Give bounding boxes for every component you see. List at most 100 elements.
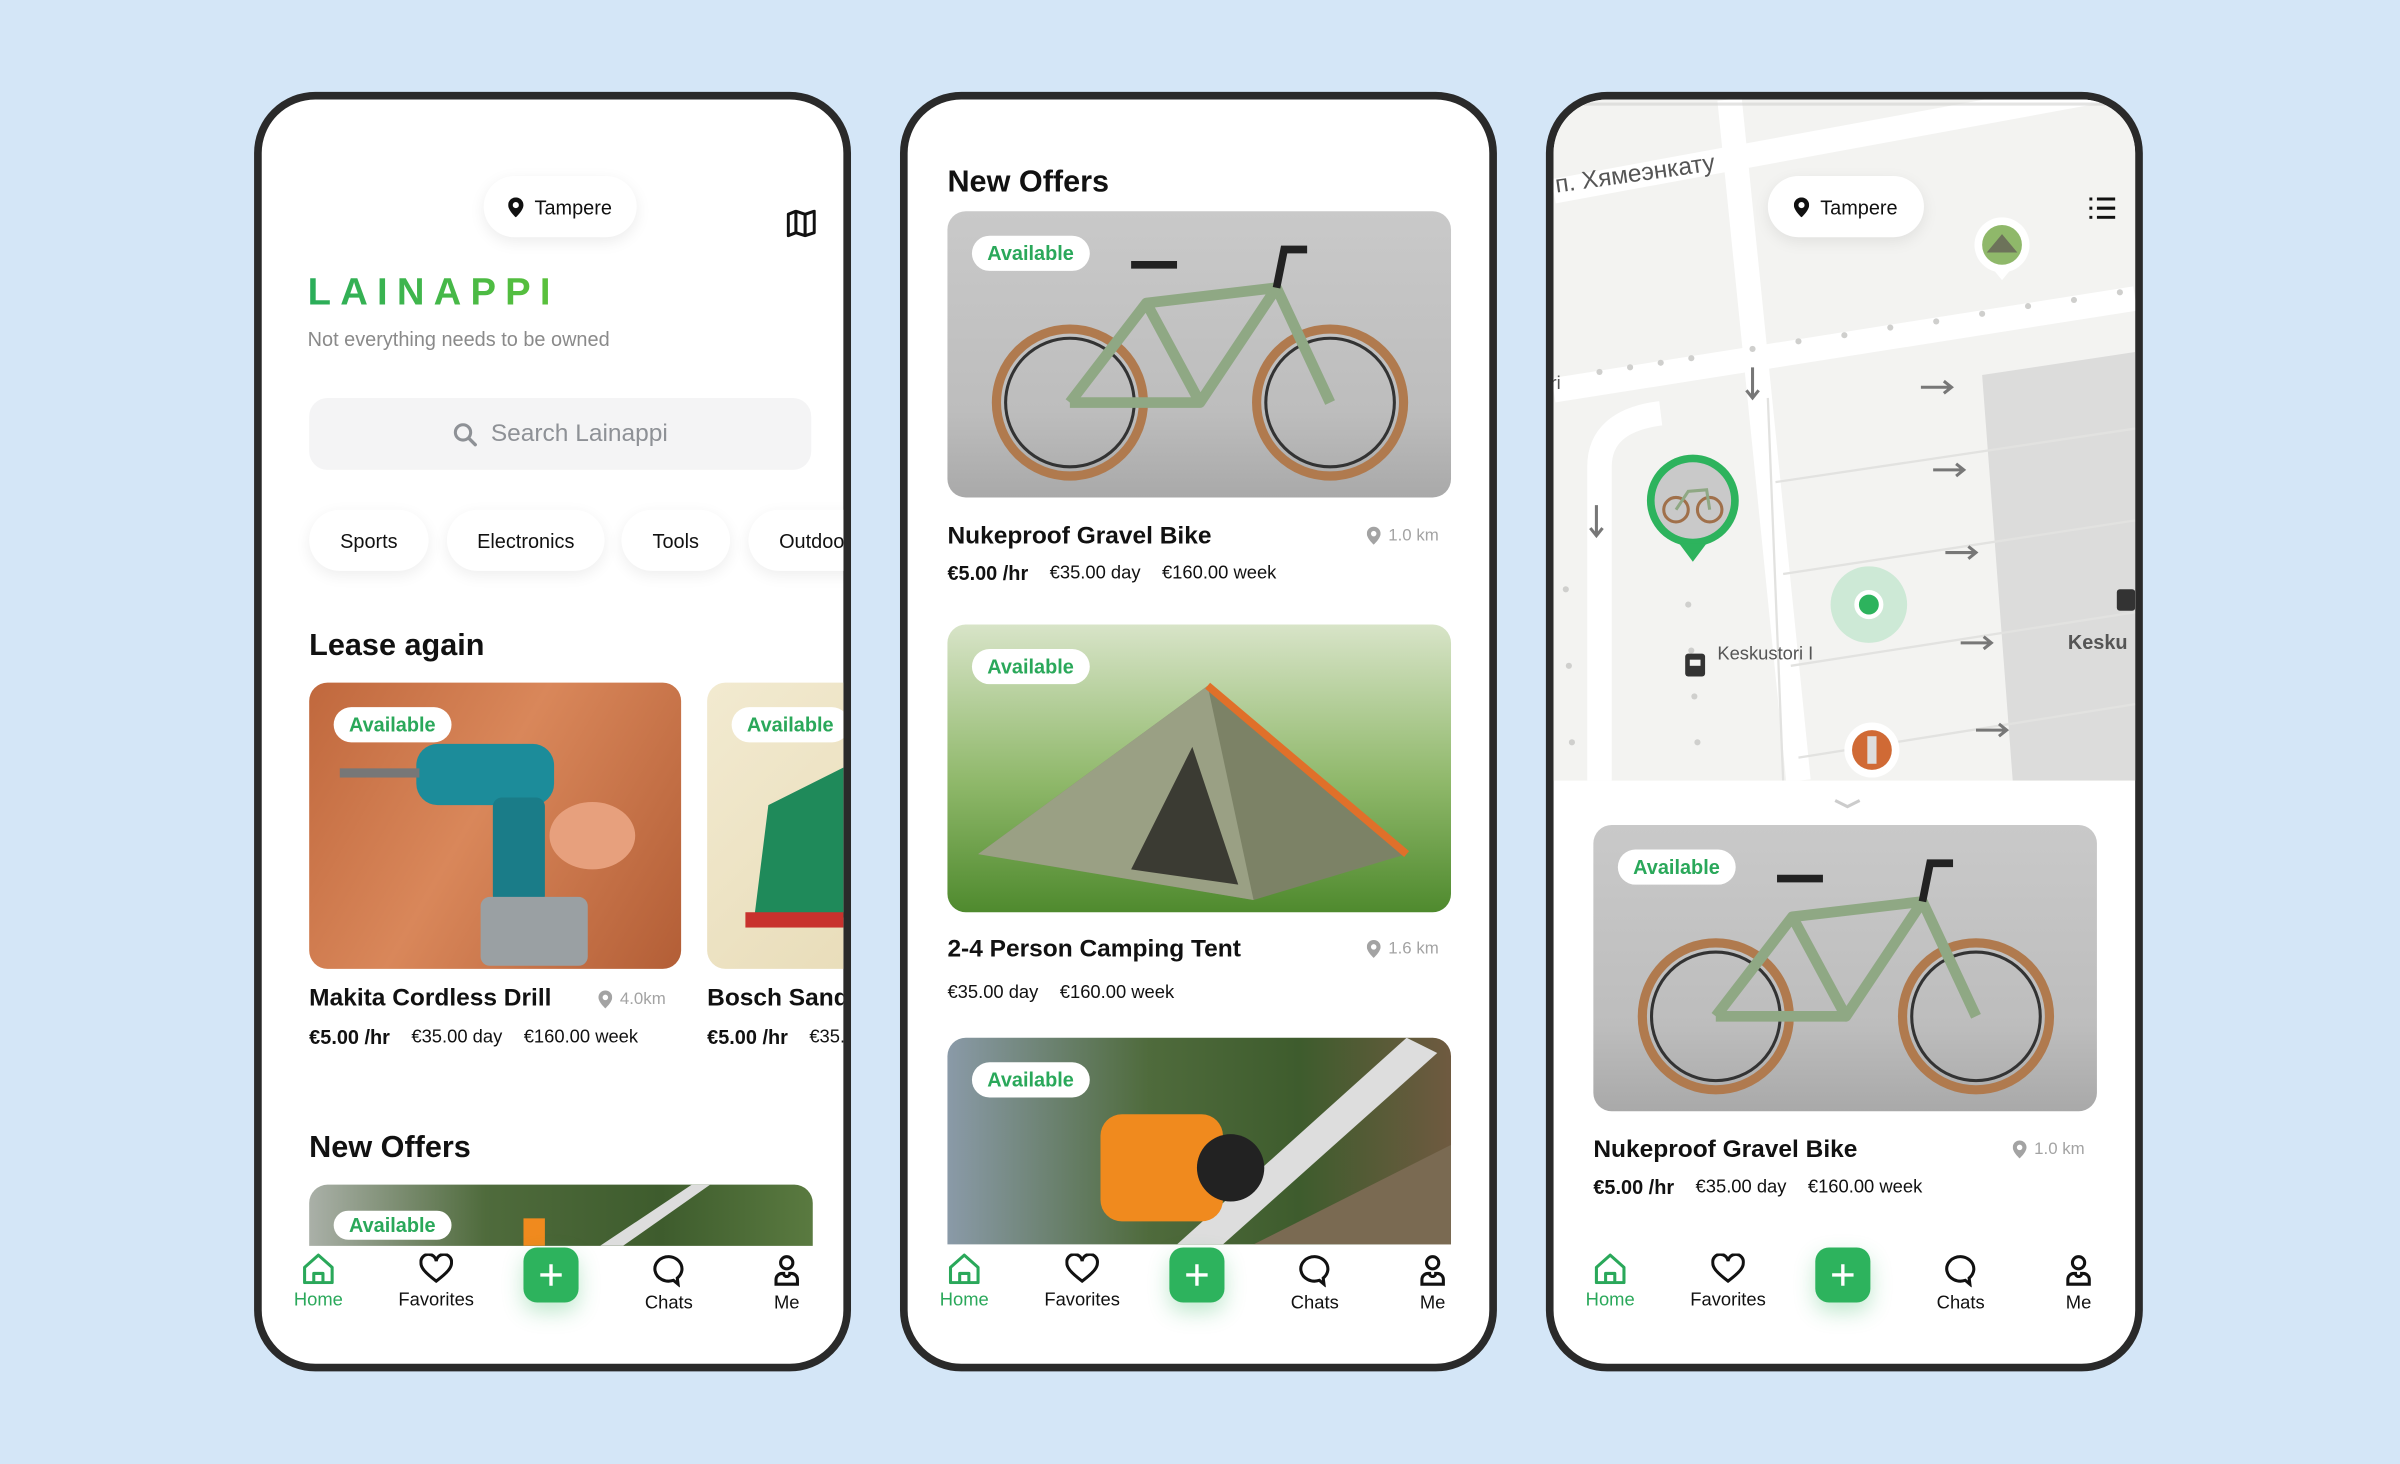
map-marker-bike — [1646, 454, 1739, 562]
nav-label: Chats — [644, 1291, 693, 1314]
nav-label: Home — [1585, 1288, 1635, 1311]
nav-chats[interactable]: Chats — [1261, 1254, 1368, 1314]
price-hourly: €5.00 /hr — [947, 561, 1029, 585]
item-title[interactable]: Nukeproof Gravel Bike — [1593, 1137, 1857, 1165]
nav-me[interactable]: Me — [733, 1254, 840, 1314]
nav-chats[interactable]: Chats — [1907, 1254, 2014, 1314]
item-title[interactable]: Bosch Sander — [707, 986, 843, 1014]
nav-chats[interactable]: Chats — [615, 1254, 722, 1314]
add-item-button[interactable] — [1169, 1247, 1225, 1303]
user-icon — [2066, 1255, 2091, 1286]
item-distance: 1.0 km — [2012, 1140, 2085, 1159]
nav-label: Home — [293, 1288, 343, 1311]
chat-bubble-icon — [1299, 1255, 1330, 1288]
price-hourly: €5.00 /hr — [309, 1025, 390, 1049]
section-title-new-offers: New Offers — [309, 1131, 471, 1165]
distance-label: 1.0 km — [1388, 526, 1439, 545]
heart-icon — [1065, 1253, 1099, 1284]
item-image-bike[interactable]: Available — [1593, 824, 2097, 1112]
location-selector[interactable]: Tampere — [1767, 176, 1924, 238]
plus-icon — [1186, 1264, 1208, 1286]
status-badge: Available — [731, 707, 844, 743]
location-label: Tampere — [1820, 195, 1898, 219]
price-weekly: €160.00 week — [1059, 981, 1175, 1003]
category-chip[interactable]: Tools — [621, 509, 731, 571]
nav-label: Me — [773, 1291, 800, 1314]
new-offers-screen: New Offers Available Nukeproof Gravel Bi… — [899, 91, 1497, 1372]
pin-icon — [1366, 526, 1381, 545]
item-image-bike[interactable]: Available — [947, 211, 1452, 498]
category-chip[interactable]: Electronics — [446, 509, 605, 571]
user-icon — [774, 1255, 799, 1286]
bottom-nav: Home Favorites Chats Me — [908, 1247, 1490, 1339]
nav-label: Favorites — [398, 1288, 474, 1311]
item-image-chainsaw[interactable]: Available — [309, 1184, 813, 1246]
status-badge: Available — [971, 235, 1090, 271]
nav-me[interactable]: Me — [1379, 1254, 1486, 1314]
nav-home[interactable]: Home — [1557, 1253, 1664, 1311]
tagline: Not everything needs to be owned — [307, 327, 610, 351]
item-prices: €5.00 /hr €35.00 day €160.00 week — [309, 1026, 638, 1049]
home-icon — [1594, 1253, 1626, 1285]
map-screen: п. Хямеэнкату ri Keskustori I Kesku Tamp… — [1545, 91, 2143, 1372]
nav-favorites[interactable]: Favorites — [1029, 1253, 1136, 1310]
category-chip[interactable]: Sports — [309, 509, 429, 571]
section-title-new-offers: New Offers — [947, 165, 1110, 199]
item-image-drill[interactable]: Available — [309, 682, 682, 969]
brand-logo: LAINAPPI — [307, 270, 560, 314]
search-input[interactable]: Search Lainappi — [309, 397, 812, 470]
price-weekly: €160.00 week — [1807, 1175, 1923, 1197]
pin-icon — [1366, 940, 1381, 958]
nav-label: Home — [939, 1288, 989, 1311]
heart-icon — [1711, 1253, 1745, 1284]
item-prices: €35.00 day €160.00 week — [947, 981, 1174, 1002]
user-icon — [1420, 1255, 1445, 1286]
item-title[interactable]: Makita Cordless Drill — [309, 986, 551, 1014]
price-daily: €35.00 day — [1695, 1175, 1787, 1197]
list-icon[interactable] — [2089, 197, 2116, 219]
price-hourly: €5.00 /hr — [707, 1025, 788, 1049]
home-icon — [948, 1253, 980, 1285]
nav-label: Favorites — [1690, 1288, 1766, 1311]
nav-label: Chats — [1290, 1291, 1339, 1314]
plus-icon — [1832, 1264, 1854, 1286]
item-prices: €5.00 /hr €35.00 day €160.00 week — [947, 562, 1276, 585]
item-image-chainsaw[interactable]: Available — [947, 1037, 1452, 1245]
nav-favorites[interactable]: Favorites — [1674, 1253, 1781, 1311]
pin-icon — [598, 990, 613, 1009]
item-title[interactable]: 2-4 Person Camping Tent — [947, 937, 1240, 965]
item-image-sander[interactable]: Available — [707, 682, 844, 969]
pin-icon — [1794, 196, 1810, 217]
category-chip[interactable]: Outdoor — [748, 509, 844, 571]
item-image-tent[interactable]: Available — [947, 624, 1452, 913]
nav-label: Chats — [1936, 1291, 1985, 1314]
add-item-button[interactable] — [523, 1247, 579, 1303]
pin-icon — [2012, 1140, 2027, 1159]
map-marker-tent — [1974, 217, 2030, 281]
search-icon — [453, 422, 477, 446]
section-title-lease-again: Lease again — [309, 629, 485, 663]
nav-favorites[interactable]: Favorites — [383, 1253, 490, 1311]
nav-label: Me — [1419, 1291, 1446, 1314]
home-screen: Tampere LAINAPPI Not everything needs to… — [254, 91, 852, 1372]
pin-icon — [508, 196, 524, 217]
location-selector[interactable]: Tampere — [483, 176, 637, 238]
item-distance: 1.6 km — [1366, 940, 1439, 958]
home-icon — [303, 1253, 334, 1285]
nav-home[interactable]: Home — [265, 1253, 372, 1311]
map-icon[interactable] — [786, 209, 816, 238]
location-label: Tampere — [534, 195, 612, 219]
nav-me[interactable]: Me — [2025, 1254, 2132, 1313]
add-item-button[interactable] — [1815, 1247, 1871, 1303]
bottom-nav: Home Favorites Chats Me — [1554, 1247, 2136, 1339]
status-badge: Available — [971, 648, 1090, 685]
nav-home[interactable]: Home — [911, 1253, 1018, 1311]
price-daily: €35.00 day — [947, 981, 1039, 1003]
status-badge: Available — [333, 1210, 451, 1240]
item-title[interactable]: Nukeproof Gravel Bike — [947, 523, 1211, 551]
search-placeholder: Search Lainappi — [490, 420, 668, 447]
map-label: ri — [1550, 371, 1561, 394]
heart-icon — [419, 1253, 454, 1284]
chevron-down-icon[interactable] — [1834, 799, 1862, 810]
map-marker-drill — [1844, 722, 1900, 778]
